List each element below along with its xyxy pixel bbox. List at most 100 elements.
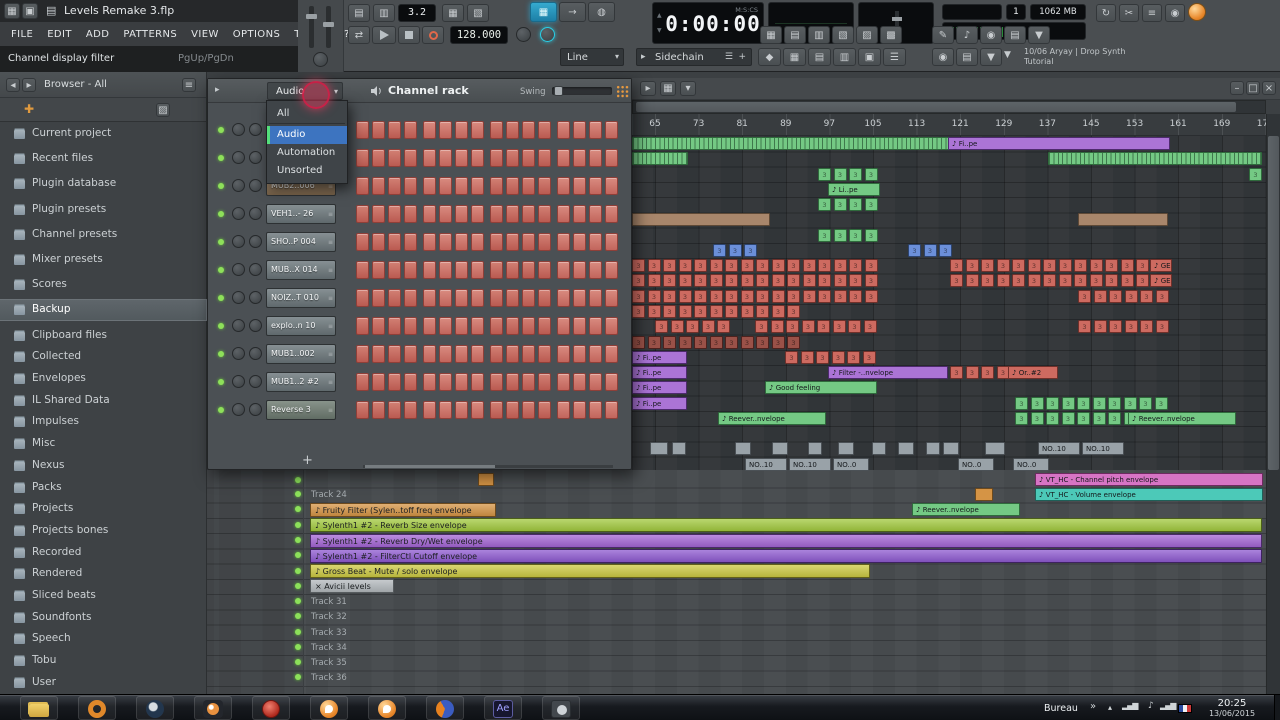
browser-item-soundfonts[interactable]: Soundfonts <box>0 608 206 628</box>
browser-add-icon[interactable]: ✚ <box>24 102 34 116</box>
browser-forward-icon[interactable]: ▸ <box>22 78 36 92</box>
step-cell[interactable] <box>506 233 519 251</box>
add-channel-button[interactable]: + <box>302 453 313 468</box>
sidechain-selector[interactable]: ▸ Sidechain ☰ + <box>636 48 752 66</box>
step-cell[interactable] <box>589 317 602 335</box>
main-pitch-knob[interactable] <box>540 27 555 42</box>
step-cell[interactable] <box>538 121 551 139</box>
step-cell[interactable] <box>490 401 503 419</box>
step-cell[interactable] <box>573 149 586 167</box>
playlist-grid[interactable] <box>632 136 1266 470</box>
step-cell[interactable] <box>356 373 369 391</box>
show-desktop-button[interactable] <box>1274 695 1280 720</box>
browser-item-rendered[interactable]: Rendered <box>0 564 206 584</box>
browser-item-collected[interactable]: Collected <box>0 347 206 367</box>
step-cell[interactable] <box>557 373 570 391</box>
playlist-view-button[interactable]: → <box>559 2 586 22</box>
master-volume-slider[interactable] <box>323 6 334 48</box>
step-cell[interactable] <box>589 373 602 391</box>
channel-pan-knob[interactable] <box>232 263 245 276</box>
step-cell[interactable] <box>423 373 436 391</box>
hint-download-icon[interactable]: ▼ <box>1004 50 1011 60</box>
channel-button-veh1-26[interactable]: VEH1..- 26 ≡ <box>266 204 336 224</box>
typing-keyboard-icon[interactable]: ▤ <box>348 4 370 22</box>
step-cell[interactable] <box>538 205 551 223</box>
channel-volume-knob[interactable] <box>249 235 262 248</box>
channel-volume-knob[interactable] <box>249 179 262 192</box>
snap-grid-icon-1[interactable]: ▦ <box>760 26 782 44</box>
browser-item-scores[interactable]: Scores <box>0 275 206 295</box>
channel-pan-knob[interactable] <box>232 291 245 304</box>
step-cell[interactable] <box>388 261 401 279</box>
playlist-hscrollbar[interactable] <box>632 100 1266 114</box>
swing-slider[interactable] <box>552 86 612 96</box>
browser-item-speech[interactable]: Speech <box>0 629 206 649</box>
more-tools-icon[interactable]: ▼ <box>1028 26 1050 44</box>
menu-options[interactable]: OPTIONS <box>226 29 287 40</box>
step-cell[interactable] <box>605 401 618 419</box>
step-cell[interactable] <box>455 177 468 195</box>
step-cell[interactable] <box>423 205 436 223</box>
step-cell[interactable] <box>356 289 369 307</box>
step-cell[interactable] <box>490 121 503 139</box>
taskbar-app-media-player[interactable] <box>542 696 580 720</box>
filter-option-all[interactable]: All <box>267 105 347 123</box>
channel-enable-led[interactable] <box>218 323 224 329</box>
step-cell[interactable] <box>471 205 484 223</box>
step-cell[interactable] <box>538 233 551 251</box>
step-cell[interactable] <box>538 261 551 279</box>
taskbar-app-recorder[interactable] <box>252 696 290 720</box>
playlist-snap-icon[interactable]: ▦ <box>660 81 676 96</box>
browser-item-current-project[interactable]: Current project <box>0 124 206 144</box>
channel-volume-knob[interactable] <box>249 291 262 304</box>
playlist-magnet-icon[interactable]: ▾ <box>680 81 696 96</box>
step-cell[interactable] <box>356 149 369 167</box>
step-cell[interactable] <box>372 317 385 335</box>
song-loop-button[interactable]: ⇄ <box>348 26 370 44</box>
channel-enable-led[interactable] <box>218 155 224 161</box>
browser-item-backup[interactable]: Backup <box>0 299 207 322</box>
channel-button-mub-x-014[interactable]: MUB..X 014 ≡ <box>266 260 336 280</box>
channel-button-noiz-t-010[interactable]: NOIZ..T 010 ≡ <box>266 288 336 308</box>
playlist-vscrollbar[interactable] <box>1266 114 1280 694</box>
channel-enable-led[interactable] <box>218 351 224 357</box>
select-tool-icon[interactable]: ☰ <box>883 48 906 66</box>
step-cell[interactable] <box>522 345 535 363</box>
step-cell[interactable] <box>439 317 452 335</box>
step-cell[interactable] <box>589 205 602 223</box>
playlist-track-area[interactable]: Track 24 Track 25 Track 26 Track 27 Track 28… <box>207 470 1280 694</box>
step-cell[interactable] <box>356 401 369 419</box>
tray-expand-icon[interactable]: ▴ <box>1108 703 1112 712</box>
step-cell[interactable] <box>506 121 519 139</box>
step-cell[interactable] <box>605 121 618 139</box>
step-cell[interactable] <box>471 121 484 139</box>
step-cell[interactable] <box>589 121 602 139</box>
step-cell[interactable] <box>538 317 551 335</box>
track-led[interactable] <box>295 477 301 483</box>
browser-item-plugin-presets[interactable]: Plugin presets <box>0 200 206 220</box>
step-cell[interactable] <box>404 289 417 307</box>
language-flag-icon[interactable] <box>1178 704 1192 713</box>
step-cell[interactable] <box>404 177 417 195</box>
channel-volume-knob[interactable] <box>249 375 262 388</box>
step-cell[interactable] <box>471 373 484 391</box>
track-led[interactable] <box>295 521 301 528</box>
step-cell[interactable] <box>573 401 586 419</box>
browser-layout-icon[interactable]: ▨ <box>156 103 170 117</box>
step-cell[interactable] <box>372 373 385 391</box>
step-cell[interactable] <box>605 373 618 391</box>
step-cell[interactable] <box>356 205 369 223</box>
step-cell[interactable] <box>490 177 503 195</box>
channel-enable-led[interactable] <box>218 379 224 385</box>
rack-menu-icon[interactable]: ▸ <box>215 85 220 95</box>
step-cell[interactable] <box>471 261 484 279</box>
step-cell[interactable] <box>356 177 369 195</box>
playlist-hscroll-thumb[interactable] <box>636 102 1236 112</box>
step-cell[interactable] <box>455 373 468 391</box>
step-cell[interactable] <box>471 345 484 363</box>
step-cell[interactable] <box>573 233 586 251</box>
step-cell[interactable] <box>388 233 401 251</box>
loop-record-icon[interactable]: ▤ <box>956 48 978 66</box>
step-cell[interactable] <box>538 177 551 195</box>
pattern-grid-icon[interactable] <box>616 85 629 98</box>
